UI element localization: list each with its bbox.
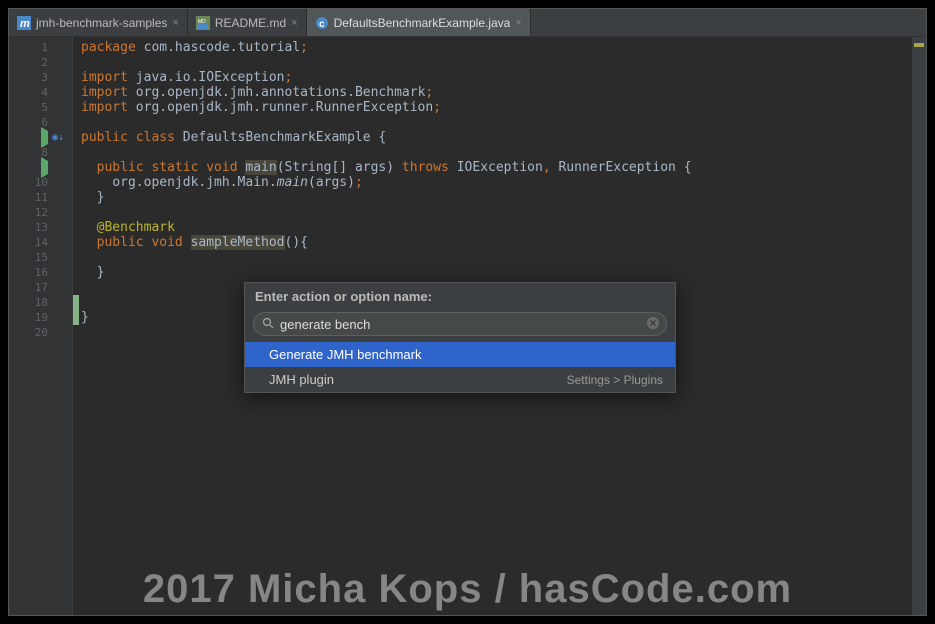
- line-number: 16: [26, 265, 48, 280]
- java-class-icon: c: [315, 16, 329, 30]
- maven-icon: m: [17, 16, 31, 30]
- close-icon[interactable]: ×: [291, 17, 297, 29]
- result-generate-jmh-benchmark[interactable]: Generate JMH benchmark: [245, 342, 675, 367]
- line-number: 18: [26, 295, 48, 310]
- action-search-input[interactable]: [280, 317, 640, 332]
- result-jmh-plugin[interactable]: JMH plugin Settings > Plugins: [245, 367, 675, 392]
- clear-icon[interactable]: [646, 316, 660, 333]
- line-number: 17: [26, 280, 48, 295]
- action-search-popup: Enter action or option name: Generate JM…: [244, 282, 676, 393]
- result-label: JMH plugin: [269, 372, 334, 387]
- popup-title: Enter action or option name:: [245, 283, 675, 308]
- line-number: 3: [26, 70, 48, 85]
- tab-defaults-benchmark-example[interactable]: c DefaultsBenchmarkExample.java ×: [307, 9, 531, 36]
- line-number: 11: [26, 190, 48, 205]
- implements-gutter-icon[interactable]: ◉↓: [52, 130, 64, 145]
- svg-text:m: m: [20, 18, 30, 30]
- run-gutter-icon[interactable]: [41, 130, 48, 145]
- tab-label: README.md: [215, 16, 286, 30]
- line-number: 15: [26, 250, 48, 265]
- line-number: 14: [26, 235, 48, 250]
- line-number: 20: [26, 325, 48, 340]
- line-number: 5: [26, 100, 48, 115]
- result-label: Generate JMH benchmark: [269, 347, 421, 362]
- editor-scrollbar[interactable]: [912, 37, 926, 615]
- run-gutter-icon[interactable]: [41, 160, 48, 175]
- line-number: 2: [26, 55, 48, 70]
- markdown-icon: MD: [196, 16, 210, 30]
- result-hint: Settings > Plugins: [567, 373, 663, 387]
- close-icon[interactable]: ×: [515, 17, 521, 29]
- svg-text:c: c: [319, 19, 325, 30]
- line-number: 10: [26, 175, 48, 190]
- tab-label: jmh-benchmark-samples: [36, 16, 167, 30]
- change-marker: [73, 295, 79, 325]
- line-number: 19: [26, 310, 48, 325]
- search-icon: [262, 317, 274, 332]
- line-number: 12: [26, 205, 48, 220]
- action-results-list: Generate JMH benchmark JMH plugin Settin…: [245, 342, 675, 392]
- gutter: 1 2 3 4 5 6 7◉↓ 8 9 10 11 12 13 14 15 16…: [9, 37, 73, 615]
- action-input-wrap[interactable]: [253, 312, 667, 336]
- warning-stripe[interactable]: [914, 43, 924, 47]
- line-number: 1: [26, 40, 48, 55]
- svg-text:MD: MD: [198, 19, 206, 25]
- tab-jmh-benchmark-samples[interactable]: m jmh-benchmark-samples ×: [9, 9, 188, 36]
- tab-bar: m jmh-benchmark-samples × MD README.md ×…: [9, 9, 926, 37]
- line-number: 4: [26, 85, 48, 100]
- line-number: 13: [26, 220, 48, 235]
- close-icon[interactable]: ×: [172, 17, 178, 29]
- tab-label: DefaultsBenchmarkExample.java: [334, 16, 511, 30]
- tab-readme[interactable]: MD README.md ×: [188, 9, 307, 36]
